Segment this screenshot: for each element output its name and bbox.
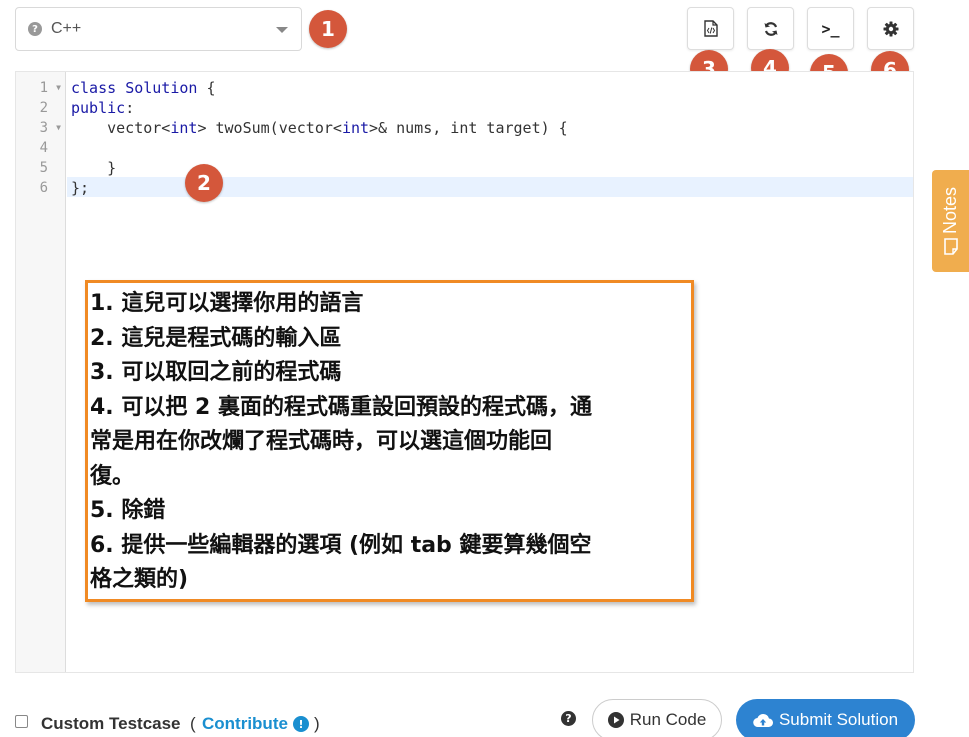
paren-open: (: [190, 714, 196, 733]
gutter-line: 5: [39, 160, 48, 176]
annotation-line: 1. 這兒可以選擇你用的語言: [90, 291, 364, 316]
question-circle-icon: ?: [28, 22, 42, 36]
cloud-upload-icon: [753, 713, 773, 727]
submit-solution-label: Submit Solution: [778, 710, 899, 729]
line-gutter: 1 ▼ 2 3 ▼ 4 5 6: [16, 72, 66, 672]
submit-solution-button[interactable]: Submit Solution: [736, 699, 915, 737]
file-code-icon: [703, 20, 718, 37]
annotation-line: 3. 可以取回之前的程式碼: [90, 360, 342, 385]
custom-testcase-checkbox[interactable]: [15, 715, 28, 728]
annotation-box: 1. 這兒可以選擇你用的語言 2. 這兒是程式碼的輸入區 3. 可以取回之前的程…: [85, 280, 694, 602]
play-circle-icon: [607, 712, 624, 728]
marker-2: 2: [185, 164, 223, 202]
gutter-line: 1 ▼: [39, 80, 61, 96]
language-value: C++: [51, 20, 82, 37]
run-code-button[interactable]: Run Code: [592, 699, 722, 737]
note-icon: [943, 238, 958, 255]
annotation-line: 4. 可以把 2 裏面的程式碼重設回預設的程式碼，通: [90, 394, 592, 420]
terminal-icon: >_: [821, 19, 840, 38]
custom-testcase-label: Custom Testcase: [41, 714, 181, 733]
code-line: public:: [71, 99, 135, 117]
gear-icon: [883, 21, 898, 36]
code-line: vector<int> twoSum(vector<int>& nums, in…: [71, 119, 568, 137]
annotation-line: 常是用在你改爛了程式碼時，可以選這個功能回: [90, 429, 553, 454]
console-button[interactable]: >_: [807, 7, 854, 50]
notes-label: Notes: [940, 186, 960, 235]
reset-code-button[interactable]: [747, 7, 794, 50]
gutter-line: 4: [39, 140, 48, 156]
code-line: class Solution {: [71, 79, 216, 97]
notes-tab[interactable]: Notes: [932, 170, 969, 272]
gutter-line: 3 ▼: [39, 120, 61, 136]
settings-button[interactable]: [867, 7, 914, 50]
language-select[interactable]: ? C++: [15, 7, 302, 51]
annotation-line: 2. 這兒是程式碼的輸入區: [90, 325, 342, 351]
annotation-line: 5. 除錯: [90, 498, 166, 523]
gutter-line: 6: [39, 180, 48, 196]
annotation-line: 格之類的): [90, 567, 189, 592]
retrieve-code-button[interactable]: [687, 7, 734, 50]
fold-arrow-icon: ▼: [56, 83, 61, 92]
annotation-line: 復。: [90, 463, 135, 489]
chevron-down-icon: [276, 27, 288, 33]
paren-close: ): [314, 714, 320, 733]
info-icon: !: [293, 716, 309, 732]
help-icon[interactable]: ?: [561, 711, 576, 726]
marker-1: 1: [309, 10, 347, 48]
code-line: };: [71, 179, 90, 197]
code-line: }: [71, 159, 117, 177]
refresh-icon: [764, 21, 777, 36]
fold-arrow-icon: ▼: [56, 123, 61, 132]
run-code-label: Run Code: [629, 710, 707, 729]
annotation-line: 6. 提供一些編輯器的選項 (例如 tab 鍵要算幾個空: [90, 532, 592, 558]
contribute-link[interactable]: Contribute: [202, 714, 288, 734]
gutter-line: 2: [39, 100, 48, 116]
